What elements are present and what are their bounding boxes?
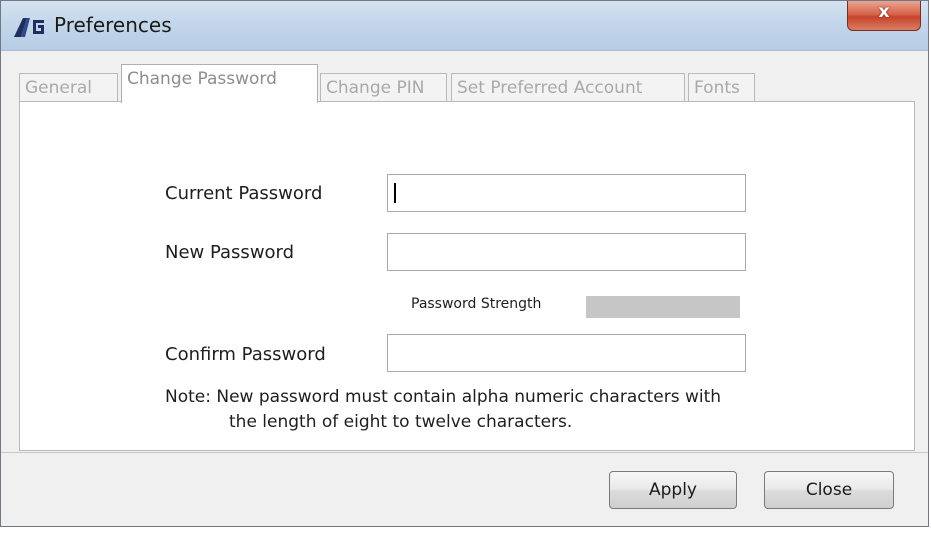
tab-fonts[interactable]: Fonts: [688, 73, 755, 102]
ag-logo-icon: [14, 18, 44, 37]
title-bar[interactable]: Preferences x: [1, 1, 928, 51]
close-icon: x: [878, 2, 890, 22]
password-strength-label: Password Strength: [411, 296, 542, 312]
tab-set-preferred-account[interactable]: Set Preferred Account: [451, 73, 685, 102]
preferences-window: Preferences x General Change Password Ch…: [0, 0, 929, 527]
apply-button[interactable]: Apply: [609, 471, 737, 509]
window-title: Preferences: [54, 13, 172, 37]
tab-change-password[interactable]: Change Password: [121, 64, 318, 103]
close-button[interactable]: Close: [764, 471, 894, 509]
current-password-label: Current Password: [165, 183, 323, 204]
password-strength-meter: [586, 296, 740, 318]
password-rule-note: Note: New password must contain alpha nu…: [165, 385, 721, 435]
close-window-button[interactable]: x: [847, 1, 921, 31]
change-password-panel: Current Password New Password Password S…: [19, 101, 915, 451]
tab-bar: General Change Password Change PIN Set P…: [19, 64, 919, 103]
tab-general[interactable]: General: [19, 73, 118, 102]
new-password-label: New Password: [165, 242, 295, 263]
note-line-2: the length of eight to twelve characters…: [229, 412, 573, 432]
footer-divider: [1, 452, 928, 453]
text-caret: [394, 183, 396, 203]
confirm-password-field[interactable]: [387, 334, 746, 372]
tab-change-pin[interactable]: Change PIN: [320, 73, 447, 102]
new-password-field[interactable]: [387, 233, 746, 271]
confirm-password-label: Confirm Password: [165, 344, 326, 365]
current-password-field[interactable]: [387, 174, 746, 212]
note-line-1: Note: New password must contain alpha nu…: [165, 387, 722, 407]
